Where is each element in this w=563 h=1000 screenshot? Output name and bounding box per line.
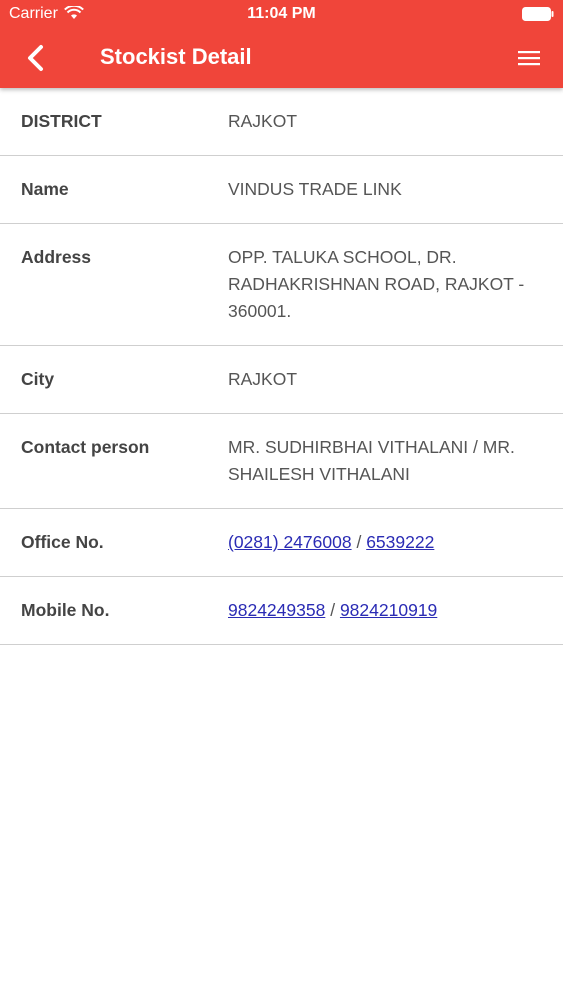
mobile-phone-link-2[interactable]: 9824210919 xyxy=(340,600,437,620)
name-value: VINDUS TRADE LINK xyxy=(228,179,402,199)
detail-row-mobile: Mobile No. 9824249358 / 9824210919 xyxy=(0,577,563,645)
office-phone-link-2[interactable]: 6539222 xyxy=(366,532,434,552)
mobile-value: 9824249358 / 9824210919 xyxy=(228,597,538,624)
district-label: DISTRICT xyxy=(21,111,102,131)
status-time: 11:04 PM xyxy=(247,5,316,22)
menu-button[interactable] xyxy=(515,45,543,71)
detail-row-city: City RAJKOT xyxy=(0,346,563,414)
office-separator: / xyxy=(356,532,362,552)
mobile-phone-link-1[interactable]: 9824249358 xyxy=(228,600,325,620)
city-label: City xyxy=(21,369,55,389)
detail-row-district: DISTRICT RAJKOT xyxy=(0,88,563,156)
back-button[interactable] xyxy=(20,40,50,76)
navigation-bar: Stockist Detail xyxy=(0,30,563,88)
chevron-left-icon xyxy=(28,45,43,71)
battery-icon xyxy=(522,7,554,21)
hamburger-menu-icon xyxy=(518,51,540,66)
detail-row-name: Name VINDUS TRADE LINK xyxy=(0,156,563,224)
office-label: Office No. xyxy=(21,532,104,552)
status-bar: Carrier 11:04 PM xyxy=(0,0,563,30)
address-value: OPP. TALUKA SCHOOL, DR. RADHAKRISHNAN RO… xyxy=(228,247,525,321)
detail-row-address: Address OPP. TALUKA SCHOOL, DR. RADHAKRI… xyxy=(0,224,563,346)
district-value: RAJKOT xyxy=(228,111,298,131)
contact-value: MR. SUDHIRBHAI VITHALANI / MR. SHAILESH … xyxy=(228,437,515,484)
office-value: (0281) 2476008 / 6539222 xyxy=(228,529,538,556)
contact-label: Contact person xyxy=(21,437,150,457)
mobile-label: Mobile No. xyxy=(21,600,110,620)
office-phone-link-1[interactable]: (0281) 2476008 xyxy=(228,532,352,552)
app-header: Carrier 11:04 PM Stockist Detail xyxy=(0,0,563,88)
mobile-separator: / xyxy=(330,600,336,620)
detail-row-office: Office No. (0281) 2476008 / 6539222 xyxy=(0,509,563,577)
address-label: Address xyxy=(21,247,92,267)
stockist-detail-list: DISTRICT RAJKOT Name VINDUS TRADE LINK A… xyxy=(0,88,563,645)
name-label: Name xyxy=(21,179,69,199)
city-value: RAJKOT xyxy=(228,369,298,389)
detail-row-contact: Contact person MR. SUDHIRBHAI VITHALANI … xyxy=(0,414,563,509)
page-title: Stockist Detail xyxy=(100,44,252,69)
